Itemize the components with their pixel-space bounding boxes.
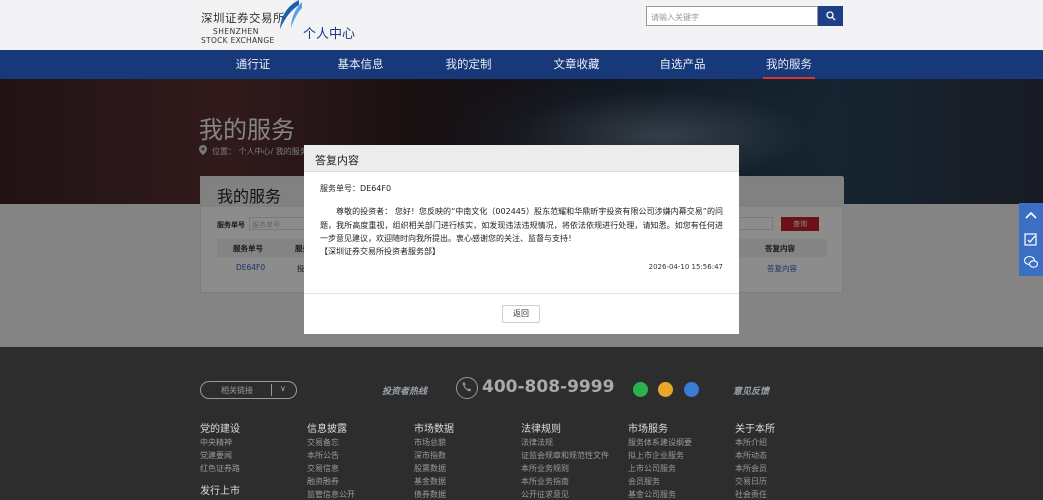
- footer-column-title: 党的建设: [200, 424, 240, 435]
- nav-item-favorites[interactable]: 文章收藏: [549, 50, 604, 79]
- footer-link[interactable]: 本所业务指南: [521, 476, 569, 487]
- reply-signature: 【深圳证券交易所投资者服务部】: [320, 247, 440, 256]
- site-title: 个人中心: [303, 27, 356, 42]
- footer-link[interactable]: 党建要闻: [200, 450, 232, 461]
- footer-column-title: 市场服务: [628, 424, 668, 435]
- logo-text-cn: 深圳证券交易所: [201, 11, 285, 25]
- chevron-down-icon: ∨: [280, 384, 286, 393]
- back-button[interactable]: 返回: [502, 305, 540, 323]
- footer-link[interactable]: 拟上市企业服务: [628, 450, 684, 461]
- phone-icon: [456, 377, 478, 399]
- back-to-top-icon[interactable]: [1023, 208, 1039, 224]
- footer-link[interactable]: 债券数据: [414, 489, 446, 500]
- app-icon[interactable]: [684, 382, 699, 397]
- page: 深圳证券交易所 SHENZHEN STOCK EXCHANGE 个人中心 请输入…: [0, 0, 1043, 500]
- edit-icon[interactable]: [1023, 231, 1039, 247]
- nav-item-my-custom[interactable]: 我的定制: [441, 50, 496, 79]
- hotline-label: 投资者热线: [382, 387, 428, 397]
- footer-link[interactable]: 本所介绍: [735, 437, 767, 448]
- footer-column-title: 信息披露: [307, 424, 347, 435]
- nav-item-passport[interactable]: 通行证: [228, 50, 278, 79]
- divider: [304, 293, 739, 294]
- footer-column-title: 发行上市: [200, 486, 240, 497]
- footer-link[interactable]: 会员服务: [628, 476, 660, 487]
- related-links-label: 相关链接: [221, 386, 253, 395]
- footer-link[interactable]: 本所会员: [735, 463, 767, 474]
- wechat-icon[interactable]: [633, 382, 648, 397]
- footer: 相关链接 ∨ 投资者热线 400-808-9999 意见反馈 党的建设 中央精神…: [0, 347, 1043, 500]
- reply-modal: 答复内容 服务单号：DE64F0 尊敬的投资者： 您好！您反映的“中南文化（00…: [304, 145, 739, 334]
- footer-link[interactable]: 基金数据: [414, 476, 446, 487]
- footer-link[interactable]: 融资融券: [307, 476, 339, 487]
- search-icon: [825, 11, 835, 21]
- nav-item-watchlist[interactable]: 自选产品: [655, 50, 710, 79]
- footer-link[interactable]: 社会责任: [735, 489, 767, 500]
- service-number: 服务单号：DE64F0: [320, 184, 392, 193]
- footer-link[interactable]: 深市指数: [414, 450, 446, 461]
- footer-column-title: 关于本所: [735, 424, 775, 435]
- feedback-link[interactable]: 意见反馈: [733, 384, 769, 397]
- main-nav: 通行证 基本信息 我的定制 文章收藏 自选产品 我的服务: [0, 50, 1043, 79]
- floating-toolbar: [1019, 203, 1043, 276]
- footer-link[interactable]: 本所业务规则: [521, 463, 569, 474]
- footer-link[interactable]: 基金公司服务: [628, 489, 676, 500]
- footer-link[interactable]: 服务体系建设纲要: [628, 437, 692, 448]
- footer-link[interactable]: 中央精神: [200, 437, 232, 448]
- footer-link[interactable]: 证监会规章和规范性文件: [521, 450, 609, 461]
- wechat-icon[interactable]: [1023, 254, 1039, 270]
- modal-title: 答复内容: [315, 154, 359, 167]
- footer-link[interactable]: 监管信息公开: [307, 489, 355, 500]
- logo-text-en-1: SHENZHEN: [213, 27, 259, 36]
- top-bar: 深圳证券交易所 SHENZHEN STOCK EXCHANGE 个人中心 请输入…: [0, 0, 1043, 50]
- divider: [271, 384, 272, 396]
- footer-link[interactable]: 公开征求意见: [521, 489, 569, 500]
- reply-timestamp: 2026-04-10 15:56:47: [648, 263, 723, 271]
- footer-link[interactable]: 交易信息: [307, 463, 339, 474]
- reply-content: 尊敬的投资者： 您好！您反映的“中南文化（002445）股东范耀和华鼎昕宇投资有…: [320, 207, 723, 243]
- footer-link[interactable]: 交易日历: [735, 476, 767, 487]
- hotline-number: 400-808-9999: [482, 377, 615, 397]
- nav-item-my-service[interactable]: 我的服务: [763, 50, 815, 79]
- weibo-icon[interactable]: [658, 382, 673, 397]
- search-input[interactable]: 请输入关键字: [646, 6, 818, 26]
- footer-link[interactable]: 市场总貌: [414, 437, 446, 448]
- footer-link[interactable]: 法律法规: [521, 437, 553, 448]
- modal-header: 答复内容: [304, 145, 739, 172]
- footer-link[interactable]: 上市公司服务: [628, 463, 676, 474]
- footer-link[interactable]: 股票数据: [414, 463, 446, 474]
- nav-item-basic-info[interactable]: 基本信息: [333, 50, 388, 79]
- footer-link[interactable]: 红色证券路: [200, 463, 240, 474]
- search-button[interactable]: [818, 6, 843, 26]
- related-links-dropdown[interactable]: 相关链接 ∨: [200, 381, 297, 399]
- footer-column-title: 市场数据: [414, 424, 454, 435]
- logo-mark-icon: [280, 0, 302, 29]
- footer-link[interactable]: 交易备忘: [307, 437, 339, 448]
- footer-link[interactable]: 本所动态: [735, 450, 767, 461]
- footer-link[interactable]: 本所公告: [307, 450, 339, 461]
- logo-text-en-2: STOCK EXCHANGE: [201, 36, 275, 45]
- footer-column-title: 法律规则: [521, 424, 561, 435]
